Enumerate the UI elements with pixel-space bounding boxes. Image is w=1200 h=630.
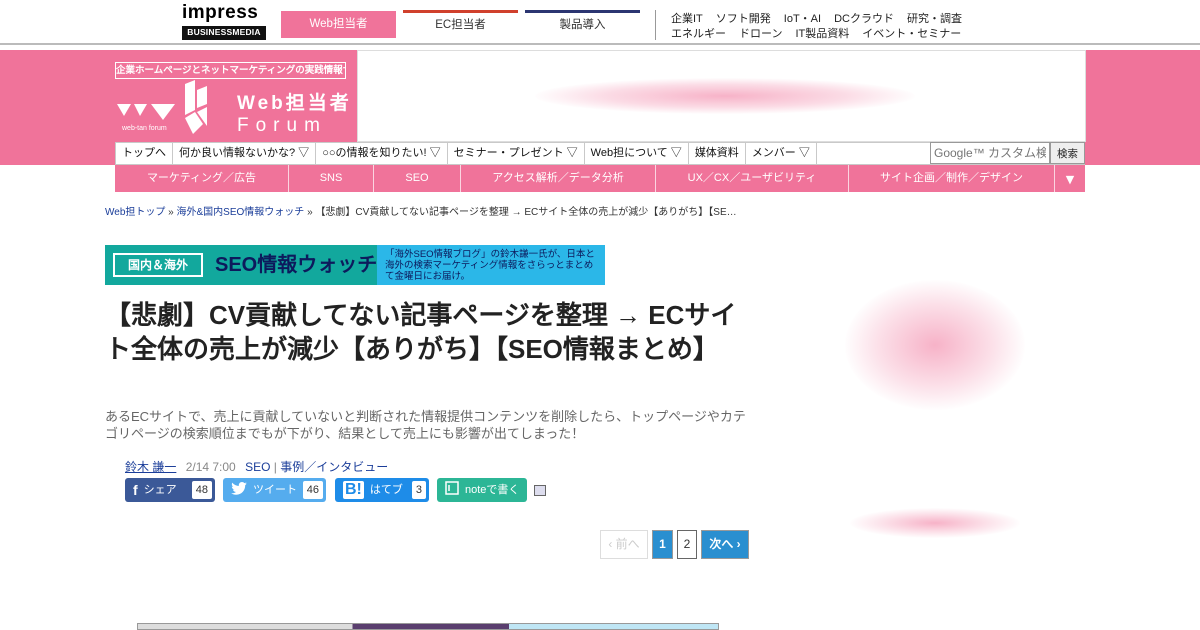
nav-media-kit[interactable]: 媒体資料 bbox=[689, 143, 746, 164]
nav-top[interactable]: トップへ bbox=[116, 143, 173, 164]
cat-site-design[interactable]: サイト企画／制作／デザイン bbox=[849, 165, 1055, 192]
breadcrumb: Web担トップ » 海外&国内SEO情報ウォッチ » 【悲劇】CV貢献してない記… bbox=[105, 203, 755, 218]
cat-seo[interactable]: SEO bbox=[374, 165, 461, 192]
facebook-icon: f bbox=[133, 482, 138, 498]
top-link-iot-ai[interactable]: IoT・AI bbox=[784, 13, 821, 25]
pager-page-1: 1 bbox=[652, 530, 673, 559]
print-icon[interactable] bbox=[534, 485, 546, 496]
article-meta: 鈴木 謙一 2/14 7:00 SEO | 事例／インタビュー bbox=[125, 458, 388, 475]
note-icon bbox=[445, 478, 459, 502]
header-ad-image bbox=[535, 78, 915, 114]
hatena-bookmark-button[interactable]: B! はてブ 3 bbox=[335, 478, 429, 502]
top-links-row1: 企業IT ソフト開発 IoT・AI DCクラウド 研究・調査 bbox=[671, 10, 975, 26]
nav-seminar[interactable]: セミナー・プレゼント ▽ bbox=[448, 143, 585, 164]
pager-prev-button: ‹ 前へ bbox=[600, 530, 648, 559]
logo-small-text: web-tan forum bbox=[121, 125, 167, 132]
seo-watch-banner[interactable]: 国内＆海外 SEO情報ウォッチ 「海外SEO情報ブログ」の鈴木謙一氏が、日本と海… bbox=[105, 245, 605, 285]
cat-ux[interactable]: UX／CX／ユーザビリティ bbox=[656, 165, 849, 192]
banner-label-domestic: 国内＆海外 bbox=[113, 253, 203, 277]
top-links-row2: エネルギー ドローン IT製品資料 イベント・セミナー bbox=[671, 25, 974, 41]
top-link-drone[interactable]: ドローン bbox=[739, 28, 782, 40]
pager-page-2[interactable]: 2 bbox=[677, 530, 697, 559]
nav-good-info[interactable]: 何か良い情報ないかな? ▽ bbox=[173, 143, 317, 164]
breadcrumb-section[interactable]: 海外&国内SEO情報ウォッチ bbox=[177, 207, 305, 218]
article-date: 2/14 7:00 bbox=[185, 460, 236, 474]
web-tan-logo-mark-icon: Web担当者 Forum web-tan forum bbox=[117, 80, 352, 136]
breadcrumb-sep: » bbox=[304, 207, 316, 218]
hatena-bookmark-count: 3 bbox=[411, 481, 426, 499]
businessmedia-label: BUSINESSMEDIA bbox=[182, 26, 266, 40]
nav-member[interactable]: メンバー ▽ bbox=[746, 143, 817, 164]
top-link-research[interactable]: 研究・調査 bbox=[907, 13, 962, 25]
author-link[interactable]: 鈴木 謙一 bbox=[125, 460, 176, 474]
category-nav: マーケティング／広告 SNS SEO アクセス解析／データ分析 UX／CX／ユー… bbox=[115, 165, 1085, 192]
hatena-bookmark-label: はてブ bbox=[369, 484, 403, 496]
sidebar-ad-image[interactable] bbox=[845, 280, 1025, 410]
tag-case-study[interactable]: 事例／インタビュー bbox=[280, 460, 388, 474]
twitter-tweet-button[interactable]: ツイート 46 bbox=[223, 478, 326, 502]
top-link-it-docs[interactable]: IT製品資料 bbox=[795, 28, 849, 40]
sidebar-ad-image-small[interactable] bbox=[850, 508, 1020, 538]
search-box: 検索 bbox=[930, 142, 1085, 165]
banner-description: 「海外SEO情報ブログ」の鈴木謙一氏が、日本と海外の検索マーケティング情報をさら… bbox=[377, 245, 605, 285]
search-button[interactable]: 検索 bbox=[1050, 142, 1085, 164]
note-write-label: noteで書く bbox=[465, 484, 520, 496]
twitter-tweet-label: ツイート bbox=[253, 484, 297, 496]
cat-sns[interactable]: SNS bbox=[289, 165, 374, 192]
twitter-bird-icon bbox=[231, 478, 247, 502]
cat-marketing[interactable]: マーケティング／広告 bbox=[115, 165, 289, 192]
impress-logo[interactable]: impress BUSINESSMEDIA bbox=[182, 3, 266, 41]
pager-next-button[interactable]: 次へ › bbox=[701, 530, 749, 559]
tag-separator: | bbox=[270, 460, 281, 474]
top-link-software[interactable]: ソフト開発 bbox=[716, 13, 771, 25]
breadcrumb-home[interactable]: Web担トップ bbox=[105, 207, 165, 218]
logo-sub-text: Forum bbox=[237, 115, 327, 136]
top-link-dc-cloud[interactable]: DCクラウド bbox=[834, 13, 894, 25]
tab-web-tantosha[interactable]: Web担当者 bbox=[281, 11, 396, 38]
breadcrumb-sep: » bbox=[165, 207, 177, 218]
facebook-share-button[interactable]: f シェア 48 bbox=[125, 478, 215, 502]
impress-logo-word: impress bbox=[182, 2, 259, 23]
tab-ec-tantosha[interactable]: EC担当者 bbox=[403, 10, 518, 38]
breadcrumb-current: 【悲劇】CV貢献してない記事ページを整理 → ECサイト全体の売上が減少【ありが… bbox=[315, 207, 737, 218]
top-bar: impress BUSINESSMEDIA Web担当者 EC担当者 製品導入 … bbox=[0, 0, 1200, 45]
hatena-b-icon: B! bbox=[343, 481, 364, 499]
note-write-button[interactable]: noteで書く bbox=[437, 478, 527, 502]
article-title: 【悲劇】CV貢献してない記事ページを整理 → ECサイト全体の売上が減少【ありが… bbox=[105, 300, 737, 364]
article-hero-image bbox=[137, 623, 719, 630]
cat-analytics[interactable]: アクセス解析／データ分析 bbox=[461, 165, 656, 192]
category-more-arrow-icon[interactable]: ▼ bbox=[1055, 165, 1085, 192]
facebook-share-label: シェア bbox=[143, 484, 177, 496]
twitter-tweet-count: 46 bbox=[302, 481, 323, 499]
tag-seo[interactable]: SEO bbox=[245, 460, 270, 474]
web-tan-logo[interactable]: Web担当者 Forum web-tan forum bbox=[115, 60, 357, 142]
logo-title-text: Web担当者 bbox=[237, 91, 352, 114]
facebook-share-count: 48 bbox=[191, 481, 212, 499]
top-link-events[interactable]: イベント・セミナー bbox=[862, 28, 961, 40]
top-link-enterprise-it[interactable]: 企業IT bbox=[671, 13, 703, 25]
top-divider bbox=[655, 10, 656, 40]
tab-seihin-donyu[interactable]: 製品導入 bbox=[525, 10, 640, 38]
nav-about[interactable]: Web担について ▽ bbox=[585, 143, 689, 164]
nav-want-info[interactable]: ○○の情報を知りたい! ▽ bbox=[316, 143, 448, 164]
search-input[interactable] bbox=[930, 142, 1050, 164]
article-lead: あるECサイトで、売上に貢献していないと判断された情報提供コンテンツを削除したら… bbox=[105, 409, 746, 441]
banner-title: SEO情報ウォッチ bbox=[215, 254, 378, 276]
top-link-energy[interactable]: エネルギー bbox=[671, 28, 726, 40]
